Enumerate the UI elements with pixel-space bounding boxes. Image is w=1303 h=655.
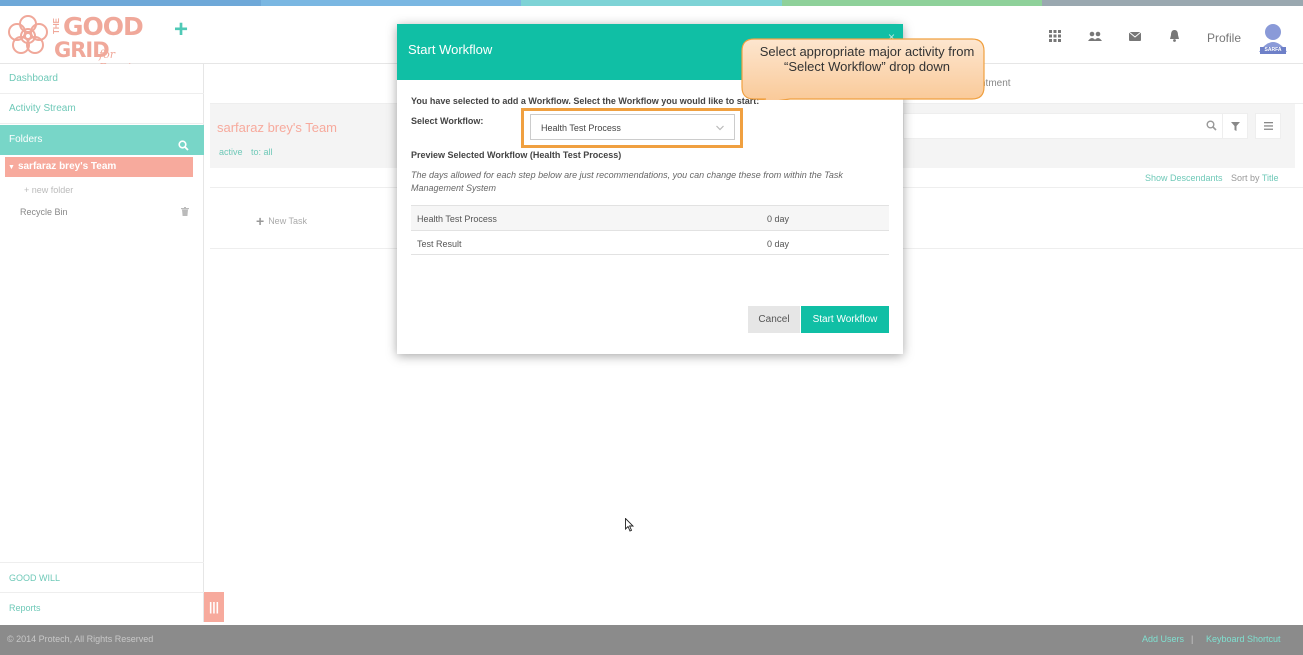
sort-control: Sort by Title [1231, 173, 1279, 183]
trash-icon[interactable] [181, 207, 189, 219]
folders-label: Folders [9, 134, 43, 145]
avatar[interactable]: SARFA [1257, 22, 1289, 56]
caret-down-icon: ▼ [8, 164, 15, 171]
step-days: 0 day [767, 239, 790, 249]
logo-the-text: THE [52, 18, 61, 34]
plus-icon[interactable]: + [174, 18, 188, 42]
select-workflow-label: Select Workflow: [411, 116, 484, 126]
table-row: Health Test Process 0 day [411, 205, 889, 230]
sidebar-folder-team[interactable]: ▼ sarfaraz brey's Team [5, 157, 193, 177]
list-menu-button[interactable] [1255, 113, 1281, 139]
flower-logo-icon [8, 15, 48, 54]
copyright-text: © 2014 Protech, All Rights Reserved [7, 634, 154, 644]
filter-assignee-link[interactable]: to: all [251, 147, 273, 157]
apps-grid-icon[interactable] [1047, 28, 1063, 44]
task-search-input[interactable] [903, 113, 1227, 139]
filter-icon [1230, 121, 1240, 131]
chevron-down-icon [716, 122, 724, 134]
callout-text: Select appropriate major activity from “… [759, 44, 975, 74]
filter-active-link[interactable]: active [219, 147, 243, 157]
profile-link[interactable]: Profile [1207, 31, 1241, 45]
preview-title: Preview Selected Workflow (Health Test P… [411, 150, 622, 160]
select-workflow-dropdown[interactable]: Health Test Process [530, 114, 735, 140]
plus-icon: + [256, 213, 265, 229]
workflow-steps-table: Health Test Process 0 day Test Result 0 … [411, 205, 889, 255]
menu-icon [1263, 122, 1273, 130]
instruction-callout: Select appropriate major activity from “… [740, 38, 986, 100]
dialog-title: Start Workflow [408, 42, 493, 57]
step-name: Test Result [417, 239, 462, 249]
new-folder-link[interactable]: + new folder [24, 185, 73, 195]
select-workflow-value: Health Test Process [541, 123, 621, 133]
mouse-cursor-icon [625, 518, 635, 532]
left-sidebar: Dashboard Activity Stream Folders ▼ sarfa… [0, 64, 204, 622]
add-users-link[interactable]: Add Users [1142, 634, 1184, 644]
step-name: Health Test Process [417, 214, 497, 224]
bell-icon[interactable] [1166, 28, 1182, 44]
new-task-button[interactable]: + New Task [256, 213, 307, 229]
avatar-badge-text: SARFA [1264, 47, 1282, 53]
dialog-intro-text: You have selected to add a Workflow. Sel… [411, 96, 760, 106]
sidebar-item-dashboard[interactable]: Dashboard [0, 64, 204, 94]
cancel-button[interactable]: Cancel [748, 306, 800, 333]
users-icon[interactable] [1087, 28, 1103, 44]
page-title: sarfaraz brey's Team [217, 120, 338, 135]
sidebar-item-reports[interactable]: Reports [0, 592, 204, 622]
sidebar-item-good-will[interactable]: GOOD WILL [0, 562, 204, 592]
sidebar-item-activity-stream[interactable]: Activity Stream [0, 94, 204, 124]
sidebar-folders-header[interactable]: Folders [0, 125, 204, 155]
start-workflow-button[interactable]: Start Workflow [801, 306, 889, 333]
sort-title-link[interactable]: Title [1262, 173, 1279, 183]
team-folder-label: sarfaraz brey's Team [17, 161, 117, 172]
table-row: Test Result 0 day [411, 230, 889, 255]
sidebar-item-recycle-bin[interactable]: Recycle Bin [20, 207, 68, 217]
step-days: 0 day [767, 214, 790, 224]
mail-icon[interactable] [1127, 28, 1143, 44]
keyboard-shortcut-link[interactable]: Keyboard Shortcut [1206, 634, 1281, 644]
footer-separator: | [1191, 634, 1194, 644]
logo-good-text: GOOD [63, 12, 144, 41]
show-descendants-link[interactable]: Show Descendants [1145, 173, 1223, 183]
search-icon[interactable] [1206, 120, 1217, 134]
new-task-label: New Task [268, 216, 308, 226]
app-footer: © 2014 Protech, All Rights Reserved Add … [0, 625, 1303, 655]
filter-button[interactable] [1222, 113, 1248, 139]
app-logo[interactable]: THE GOOD GRID for Reentry [6, 12, 156, 74]
sort-by-label: Sort by [1231, 173, 1260, 183]
recommendation-note: The days allowed for each step below are… [411, 170, 843, 193]
